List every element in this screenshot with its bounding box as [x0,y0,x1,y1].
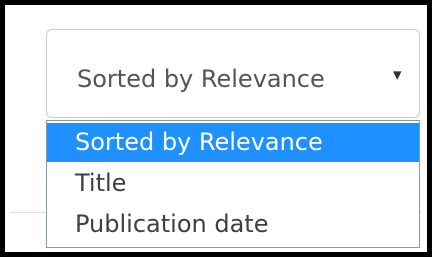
sort-select[interactable]: Sorted by Relevance ▾ [46,29,420,118]
option-title[interactable]: Title [47,164,419,203]
chevron-down-icon[interactable]: ▾ [393,60,402,90]
option-publication-date[interactable]: Publication date [47,205,419,244]
sort-select-value: Sorted by Relevance [77,65,325,93]
sort-options-list: Sorted by Relevance Title Publication da… [46,120,420,248]
screenshot-frame: Sorted by Relevance ▾ Sorted by Relevanc… [0,0,432,257]
option-sorted-by-relevance[interactable]: Sorted by Relevance [47,123,419,162]
